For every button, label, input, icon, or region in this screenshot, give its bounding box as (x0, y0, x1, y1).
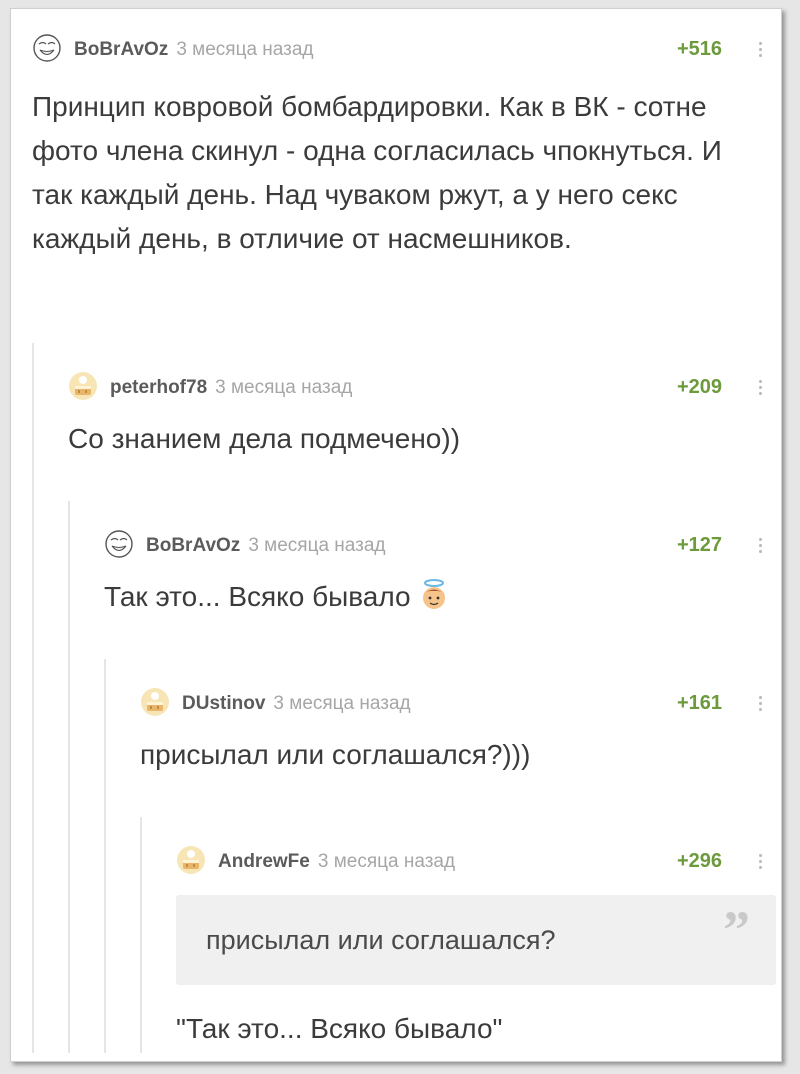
quote-block: присылал или соглашался? ” (176, 895, 776, 985)
thread-line[interactable] (140, 817, 142, 1053)
comment-thread-card: BoBrAvOz 3 месяца назад +516 Принцип ковр… (10, 8, 782, 1062)
comment-rating: +127 (677, 534, 723, 556)
thread-line[interactable] (32, 343, 34, 1053)
more-options-icon[interactable] (756, 377, 764, 399)
comment-rating: +209 (677, 376, 723, 398)
default-cake-avatar-icon[interactable] (176, 845, 206, 875)
comment-time[interactable]: 3 месяца назад (318, 851, 455, 872)
more-options-icon[interactable] (756, 535, 764, 557)
username[interactable]: peterhof78 3 месяца назад (110, 377, 352, 399)
comment: peterhof78 3 месяца назад +209 Со знанием… (68, 369, 772, 461)
comment-time[interactable]: 3 месяца назад (176, 39, 313, 60)
username[interactable]: AndrewFe 3 месяца назад (218, 851, 455, 873)
comment-text: "Так это... Всяко бывало" (176, 1013, 503, 1044)
thread-line[interactable] (104, 659, 106, 1053)
comment-header: AndrewFe 3 месяца назад +296 (176, 843, 772, 877)
more-options-icon[interactable] (756, 851, 764, 873)
more-options-icon[interactable] (756, 693, 764, 715)
username[interactable]: DUstinov 3 месяца назад (182, 693, 411, 715)
comment-rating: +161 (677, 692, 723, 714)
comment: DUstinov 3 месяца назад +161 присылал или… (140, 685, 772, 777)
comment-text: Принцип ковровой бомбардировки. Как в ВК… (32, 91, 722, 254)
troll-face-icon[interactable] (32, 33, 62, 63)
comment-time[interactable]: 3 месяца назад (248, 535, 385, 556)
comment-text-row: Так это... Всяко бывало (104, 575, 772, 619)
comment-header: BoBrAvOz 3 месяца назад +127 (104, 527, 772, 561)
troll-face-icon[interactable] (104, 529, 134, 559)
comment-header: BoBrAvOz 3 месяца назад +516 (32, 31, 772, 65)
comment-header: DUstinov 3 месяца назад +161 (140, 685, 772, 719)
angel-face-emoji (422, 579, 445, 609)
comment-header: peterhof78 3 месяца назад +209 (68, 369, 772, 403)
default-cake-avatar-icon[interactable] (140, 687, 170, 717)
comment-time[interactable]: 3 месяца назад (215, 377, 352, 398)
default-cake-avatar-icon[interactable] (68, 371, 98, 401)
comment-rating: +296 (677, 850, 723, 872)
comment-text: Так это... Всяко бывало (104, 581, 411, 612)
quote-mark-icon: ” (723, 900, 750, 960)
thread-line[interactable] (68, 501, 70, 1053)
more-options-icon[interactable] (756, 39, 764, 61)
comment: AndrewFe 3 месяца назад +296 присылал или… (176, 843, 776, 1044)
comment-time[interactable]: 3 месяца назад (273, 693, 410, 714)
username[interactable]: BoBrAvOz 3 месяца назад (74, 39, 314, 61)
comment: BoBrAvOz 3 месяца назад +516 Принцип ковр… (32, 31, 772, 261)
quote-text: присылал или соглашался? (206, 925, 556, 955)
comment-rating: +516 (677, 38, 723, 60)
comment-text: присылал или соглашался?))) (140, 739, 531, 770)
comment-text: Со знанием дела подмечено)) (68, 423, 461, 454)
username[interactable]: BoBrAvOz 3 месяца назад (146, 535, 386, 557)
comment: BoBrAvOz 3 месяца назад +127 Так это... В… (104, 527, 772, 619)
